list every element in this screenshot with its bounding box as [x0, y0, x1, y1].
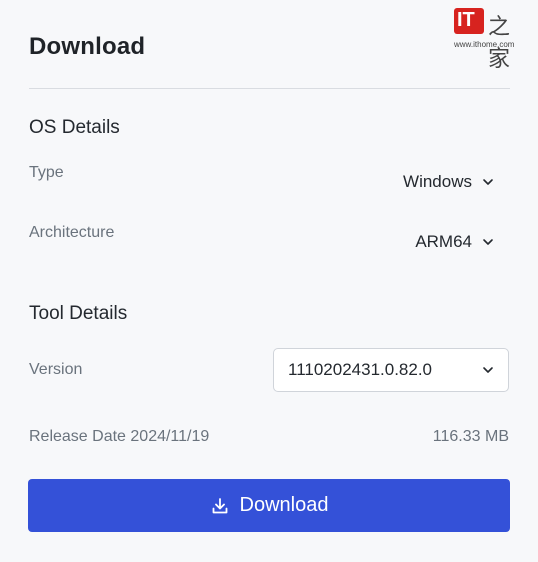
- ithome-logo: IT: [454, 8, 484, 34]
- logo-text: IT: [457, 9, 475, 31]
- watermark-site: www.ithome.com: [454, 40, 515, 49]
- type-value: Windows: [403, 172, 472, 191]
- download-panel: Download IT 之家 www.ithome.com OS Details…: [0, 0, 538, 562]
- version-select[interactable]: 1110202431.0.82.0: [273, 348, 509, 392]
- architecture-value: ARM64: [415, 232, 472, 251]
- os-details-heading: OS Details: [29, 117, 120, 138]
- file-size: 116.33 MB: [432, 428, 509, 445]
- download-button-label: Download: [239, 494, 329, 516]
- chevron-down-icon: [483, 239, 493, 245]
- type-label: Type: [29, 164, 64, 181]
- release-date: Release Date 2024/11/19: [29, 428, 210, 445]
- version-label: Version: [29, 361, 83, 378]
- chevron-down-icon: [483, 179, 493, 185]
- tool-details-heading: Tool Details: [29, 303, 128, 324]
- architecture-dropdown[interactable]: ARM64: [415, 232, 494, 252]
- page-title: Download: [29, 33, 146, 60]
- download-button[interactable]: Download: [28, 479, 510, 532]
- architecture-label: Architecture: [29, 224, 115, 241]
- header-divider: [29, 88, 510, 89]
- version-value: 1110202431.0.82.0: [288, 360, 433, 379]
- type-dropdown[interactable]: Windows: [403, 172, 494, 192]
- chevron-down-icon: [483, 367, 493, 373]
- ithome-watermark: IT 之家 www.ithome.com: [454, 8, 530, 72]
- download-icon: [212, 497, 227, 513]
